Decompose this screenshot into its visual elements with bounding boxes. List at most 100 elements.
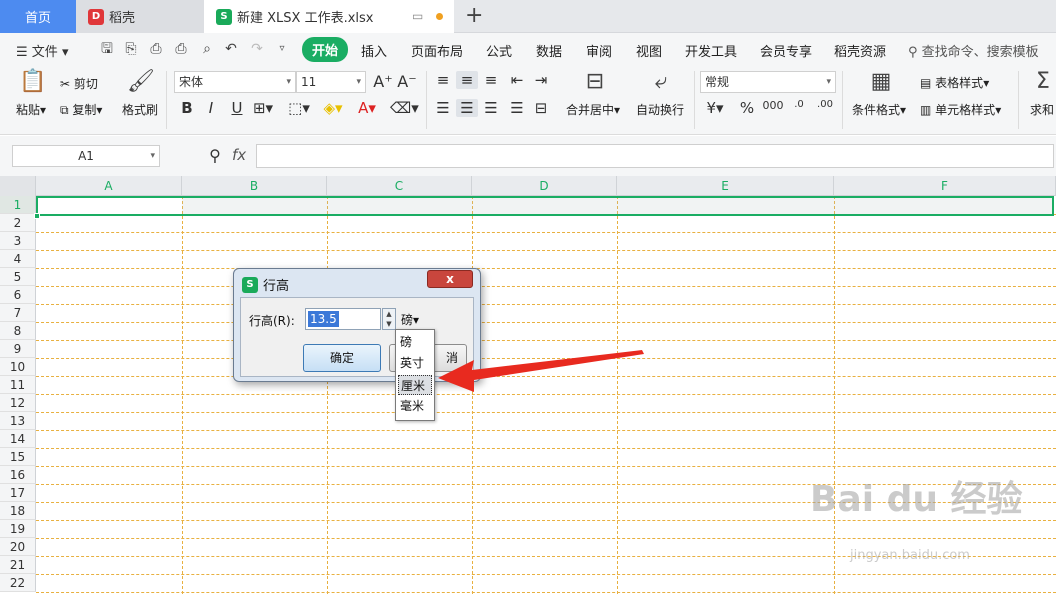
italic-icon[interactable]: I [200,99,222,117]
row-header[interactable]: 17 [0,484,36,502]
row-header[interactable]: 19 [0,520,36,538]
customize-dropdown-icon[interactable]: ▿ [273,40,291,58]
tab-insert[interactable]: 插入 [361,41,387,60]
font-size-select[interactable]: 11 ▾ [296,71,366,93]
font-name-select[interactable]: 宋体 ▾ [174,71,296,93]
monitor-icon[interactable]: ▭ [412,9,423,23]
tab-home[interactable]: 首页 [0,0,76,33]
fill-handle[interactable] [34,213,40,219]
copy-button[interactable]: ⧉ 复制▾ [60,101,102,118]
row-header[interactable]: 9 [0,340,36,358]
table-style-button[interactable]: ▤ 表格样式▾ [920,74,989,91]
print-icon[interactable]: ⎙ [147,40,165,58]
clear-format-icon[interactable]: ⌫▾ [390,99,419,117]
align-middle-icon[interactable]: ≡ [456,71,478,89]
tab-formulas[interactable]: 公式 [486,41,512,60]
merge-center-button[interactable]: 合并居中▾ [566,101,620,118]
column-header-e[interactable]: E [617,176,834,196]
align-center-icon[interactable]: ☰ [456,99,478,117]
row-header[interactable]: 4 [0,250,36,268]
command-search[interactable]: ⚲ 查找命令、搜索模板 [908,41,1039,60]
fill-color-icon[interactable]: ◈▾ [322,99,344,117]
cell-style-button[interactable]: ▥ 单元格样式▾ [920,101,1001,118]
sum-button[interactable]: 求和 [1030,101,1054,118]
redo-icon[interactable]: ↷ [248,40,266,58]
ok-button[interactable]: 确定 [303,344,381,372]
decrease-indent-icon[interactable]: ⇤ [506,71,528,89]
format-painter-button[interactable]: 格式刷 [122,101,158,118]
align-right-icon[interactable]: ☰ [480,99,502,117]
file-menu[interactable]: ☰ 文件 ▾ [16,41,68,60]
print-preview-icon[interactable]: ⌕ [198,40,216,58]
wrap-text-icon[interactable]: ⤶ [646,69,676,94]
paste-icon[interactable]: 📋 [18,69,48,94]
tab-daoke[interactable]: D 稻壳 [76,0,204,33]
save-icon[interactable]: 🖫 [98,40,116,58]
number-format-select[interactable]: 常规 ▾ [700,71,836,93]
row-height-input[interactable]: 13.5 [305,308,381,330]
export-icon[interactable]: ⎘ [122,40,140,58]
distributed-icon[interactable]: ⊟ [530,99,552,117]
dialog-close-button[interactable]: x [427,270,473,288]
align-left-icon[interactable]: ☰ [432,99,454,117]
align-top-icon[interactable]: ≡ [432,71,454,89]
fx-icon[interactable]: fx [232,146,246,164]
increase-indent-icon[interactable]: ⇥ [530,71,552,89]
align-bottom-icon[interactable]: ≡ [480,71,502,89]
justify-icon[interactable]: ☰ [506,99,528,117]
currency-icon[interactable]: ¥▾ [704,99,726,117]
unit-option-cm[interactable]: 厘米 [398,375,432,395]
unit-option-mm[interactable]: 毫米 [398,396,432,416]
increase-decimal-icon[interactable]: .0 [788,99,810,110]
format-painter-icon[interactable]: 🖌 [126,69,156,94]
tab-data[interactable]: 数据 [536,41,562,60]
active-cell[interactable] [36,196,182,216]
row-header[interactable]: 14 [0,430,36,448]
row-header[interactable]: 21 [0,556,36,574]
tab-page-layout[interactable]: 页面布局 [411,41,463,60]
cut-button[interactable]: ✂ 剪切 [60,75,98,92]
row-header[interactable]: 12 [0,394,36,412]
paste-button[interactable]: 粘贴▾ [16,101,46,118]
row-header[interactable]: 13 [0,412,36,430]
row-header[interactable]: 15 [0,448,36,466]
tab-review[interactable]: 审阅 [586,41,612,60]
row-header[interactable]: 10 [0,358,36,376]
row-height-spinner[interactable]: ▲ ▼ [382,308,396,330]
column-header-c[interactable]: C [327,176,472,196]
zoom-formula-icon[interactable]: ⚲ [204,146,226,165]
bold-icon[interactable]: B [176,99,198,117]
column-header-f[interactable]: F [834,176,1056,196]
row-header[interactable]: 22 [0,574,36,592]
formula-input[interactable] [256,144,1054,168]
tab-daoke-resources[interactable]: 稻壳资源 [834,41,886,60]
column-header-b[interactable]: B [182,176,327,196]
cell-style-icon[interactable]: ⬚▾ [288,99,310,117]
merge-center-icon[interactable]: ⊟ [580,69,610,94]
name-box[interactable]: A1 ▾ [12,145,160,167]
column-header-d[interactable]: D [472,176,617,196]
row-header[interactable]: 5 [0,268,36,286]
row-header[interactable]: 11 [0,376,36,394]
decrease-font-icon[interactable]: A⁻ [396,72,418,91]
wrap-text-button[interactable]: 自动换行 [636,101,684,118]
unit-select[interactable]: 磅▾ [401,311,419,328]
conditional-format-icon[interactable]: ▦ [866,69,896,94]
undo-icon[interactable]: ↶ [222,40,240,58]
new-tab-plus-icon[interactable]: + [465,3,483,28]
row-header[interactable]: 16 [0,466,36,484]
percent-icon[interactable]: % [736,99,758,117]
sum-icon[interactable]: Σ [1028,69,1056,94]
row-header[interactable]: 7 [0,304,36,322]
conditional-format-button[interactable]: 条件格式▾ [852,101,906,118]
underline-icon[interactable]: U [226,99,248,117]
increase-font-icon[interactable]: A⁺ [372,72,394,91]
tab-developer[interactable]: 开发工具 [685,41,737,60]
row-header[interactable]: 18 [0,502,36,520]
row-header[interactable]: 1 [0,196,36,214]
border-icon[interactable]: ⊞▾ [252,99,274,117]
row-header[interactable]: 8 [0,322,36,340]
row-header[interactable]: 2 [0,214,36,232]
unit-option-inch[interactable]: 英寸 [398,353,432,373]
tab-view[interactable]: 视图 [636,41,662,60]
